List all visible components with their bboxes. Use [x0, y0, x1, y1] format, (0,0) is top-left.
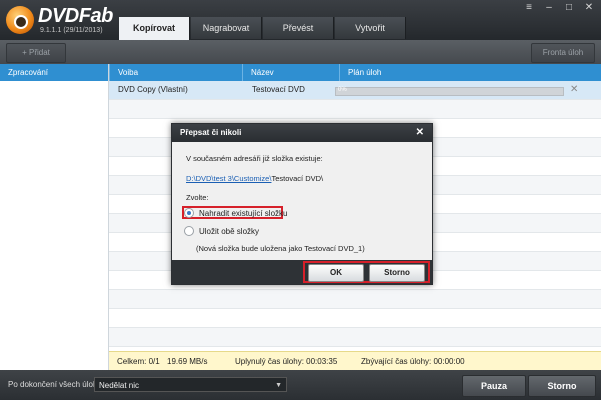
- dialog-title: Přepsat či nikoli: [180, 128, 242, 137]
- after-tasks-select[interactable]: Nedělat nic ▼: [94, 377, 287, 392]
- dialog-title-bar: Přepsat či nikoli ✕: [172, 124, 432, 142]
- after-tasks-label: Po dokončení všech úloh:: [8, 380, 100, 389]
- sidebar: Zpracování: [0, 64, 109, 370]
- task-queue-button[interactable]: Fronta úloh: [531, 43, 595, 63]
- dvdfab-logo-icon: [6, 6, 34, 34]
- task-nazev: Testovací DVD: [252, 85, 305, 94]
- option-keep-both[interactable]: Uložit obě složky: [184, 226, 259, 236]
- status-total: Celkem: 0/1: [117, 357, 160, 366]
- radio-replace[interactable]: [184, 208, 194, 218]
- toolbar: + Přidat Fronta úloh: [0, 40, 601, 64]
- sidebar-header: Zpracování: [0, 64, 108, 81]
- status-bar: Celkem: 0/1 19.69 MB/s Uplynulý čas úloh…: [109, 351, 601, 371]
- tab-nagrabovat[interactable]: Nagrabovat: [191, 17, 262, 39]
- task-progress-text: 0%: [338, 87, 347, 93]
- remove-task-icon[interactable]: ✕: [570, 81, 578, 99]
- radio-keep-both[interactable]: [184, 226, 194, 236]
- option-keep-label: Uložit obě složky: [199, 226, 260, 236]
- title-bar: DVDFab 9.1.1.1 (29/11/2013) Kopírovat Na…: [0, 0, 601, 40]
- table-row: [109, 328, 601, 347]
- after-tasks-value: Nedělat nic: [99, 381, 140, 390]
- add-button[interactable]: + Přidat: [6, 43, 66, 63]
- bottom-bar: Po dokončení všech úloh: Nedělat nic ▼ P…: [0, 370, 601, 400]
- tab-kopirovat[interactable]: Kopírovat: [119, 17, 190, 40]
- dialog-choose-label: Zvolte:: [186, 193, 209, 202]
- app-version: 9.1.1.1 (29/11/2013): [40, 27, 103, 34]
- table-row: [109, 309, 601, 328]
- status-remaining: Zbývající čas úlohy: 00:00:00: [361, 357, 465, 366]
- column-headers: Voiba Název Plán úloh: [109, 64, 601, 81]
- close-icon[interactable]: ✕: [581, 2, 597, 14]
- mode-tabs: Kopírovat Nagrabovat Převést Vytvořit: [119, 17, 407, 40]
- ok-button[interactable]: OK: [308, 264, 364, 282]
- table-row[interactable]: DVD Copy (Vlastní) Testovací DVD 0% ✕: [109, 81, 601, 100]
- option-replace[interactable]: Nahradit existující složku: [184, 208, 287, 218]
- dialog-path-rest: Testovací DVD\: [271, 174, 324, 183]
- dialog-close-icon[interactable]: ✕: [416, 124, 424, 142]
- status-speed: 19.69 MB/s: [167, 357, 208, 366]
- pause-button[interactable]: Pauza: [462, 375, 526, 397]
- chevron-down-icon: ▼: [275, 382, 282, 389]
- option-replace-label: Nahradit existující složku: [199, 208, 288, 218]
- tab-vytvorit[interactable]: Vytvořit: [335, 17, 406, 39]
- dialog-path: D:\DVD\test 3\Customize\Testovací DVD\: [186, 174, 323, 183]
- table-row: [109, 100, 601, 119]
- dialog-message: V současném adresáři již složka existuje…: [186, 154, 323, 163]
- dialog-cancel-button[interactable]: Storno: [369, 264, 425, 282]
- window-controls: ≡ – □ ✕: [521, 2, 597, 14]
- column-plan[interactable]: Plán úloh: [339, 64, 598, 81]
- dialog-note: (Nová složka bude uložena jako Testovací…: [196, 244, 365, 253]
- dialog-footer: OK Storno: [172, 260, 432, 284]
- cancel-button[interactable]: Storno: [528, 375, 596, 397]
- task-progress-bar: 0%: [335, 87, 564, 96]
- column-voiba[interactable]: Voiba: [109, 64, 242, 81]
- minimize-icon[interactable]: –: [541, 2, 557, 14]
- tab-prevest[interactable]: Převést: [263, 17, 334, 39]
- task-voiba: DVD Copy (Vlastní): [118, 85, 188, 94]
- column-nazev[interactable]: Název: [242, 64, 339, 81]
- status-elapsed: Uplynulý čas úlohy: 00:03:35: [235, 357, 338, 366]
- menu-icon[interactable]: ≡: [521, 2, 537, 14]
- dialog-path-link[interactable]: D:\DVD\test 3\Customize\: [186, 174, 271, 183]
- overwrite-dialog: Přepsat či nikoli ✕ V současném adresáři…: [171, 123, 433, 285]
- table-row: [109, 290, 601, 309]
- app-brand: DVDFab: [38, 5, 113, 27]
- maximize-icon[interactable]: □: [561, 2, 577, 14]
